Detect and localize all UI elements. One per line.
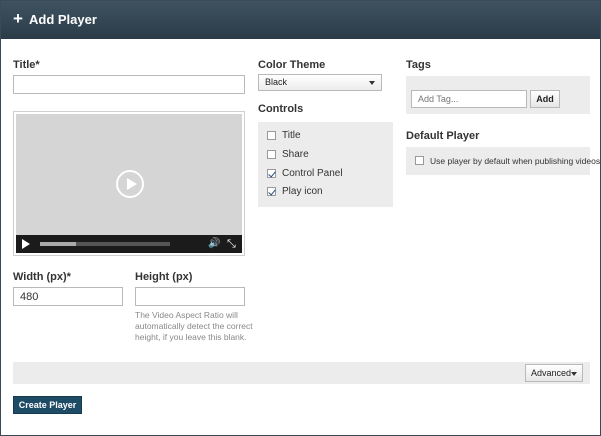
add-tag-button[interactable]: Add: [530, 90, 560, 108]
advanced-label: Advanced: [531, 368, 572, 378]
player-control-bar: 🔊 ⤡: [16, 235, 242, 253]
control-item-label: Title: [282, 130, 301, 141]
play-circle-icon[interactable]: [116, 170, 144, 198]
progress-track[interactable]: [40, 242, 170, 246]
color-theme-value: Black: [265, 77, 288, 87]
default-player-panel: Use player by default when publishing vi…: [406, 147, 600, 175]
create-player-button[interactable]: Create Player: [13, 396, 82, 414]
default-player-label: Default Player: [406, 130, 480, 142]
add-player-dialog: + Add Player Title* 🔊 ⤡ Width (px)* Heig…: [0, 0, 601, 436]
chevron-down-icon: [571, 372, 577, 376]
chevron-down-icon: [369, 81, 375, 85]
height-hint: The Video Aspect Ratio will automaticall…: [135, 310, 253, 342]
checkbox[interactable]: [267, 131, 276, 140]
title-input[interactable]: [13, 75, 245, 94]
dialog-header: + Add Player: [1, 1, 600, 39]
play-icon[interactable]: [22, 239, 30, 249]
height-input[interactable]: [135, 287, 245, 306]
checkbox[interactable]: [267, 169, 276, 178]
tag-input[interactable]: [411, 90, 527, 108]
bottom-toolbar: [13, 362, 590, 384]
controls-label: Controls: [258, 103, 304, 115]
control-item-label: Play icon: [282, 186, 323, 197]
checkbox[interactable]: [267, 150, 276, 159]
dialog-title: Add Player: [29, 12, 97, 27]
progress-fill: [40, 242, 77, 246]
tags-label: Tags: [406, 59, 431, 71]
color-theme-select[interactable]: Black: [258, 74, 382, 91]
player-preview: 🔊 ⤡: [13, 111, 245, 256]
height-label: Height (px): [135, 271, 193, 283]
control-item-label: Share: [282, 149, 309, 160]
controls-panel: Title Share Control Panel Play icon: [258, 122, 393, 207]
control-item-label: Control Panel: [282, 168, 343, 179]
plus-icon: +: [13, 9, 23, 28]
title-label: Title*: [13, 59, 40, 71]
advanced-button[interactable]: Advanced: [525, 364, 583, 382]
checkbox[interactable]: [267, 187, 276, 196]
color-theme-label: Color Theme: [258, 59, 326, 71]
default-player-option-label: Use player by default when publishing vi…: [430, 156, 601, 166]
video-screen: [16, 114, 242, 235]
width-input[interactable]: [13, 287, 123, 306]
volume-icon[interactable]: 🔊: [208, 238, 220, 250]
checkbox[interactable]: [415, 156, 424, 165]
width-label: Width (px)*: [13, 271, 71, 283]
fullscreen-icon[interactable]: ⤡: [227, 238, 236, 250]
